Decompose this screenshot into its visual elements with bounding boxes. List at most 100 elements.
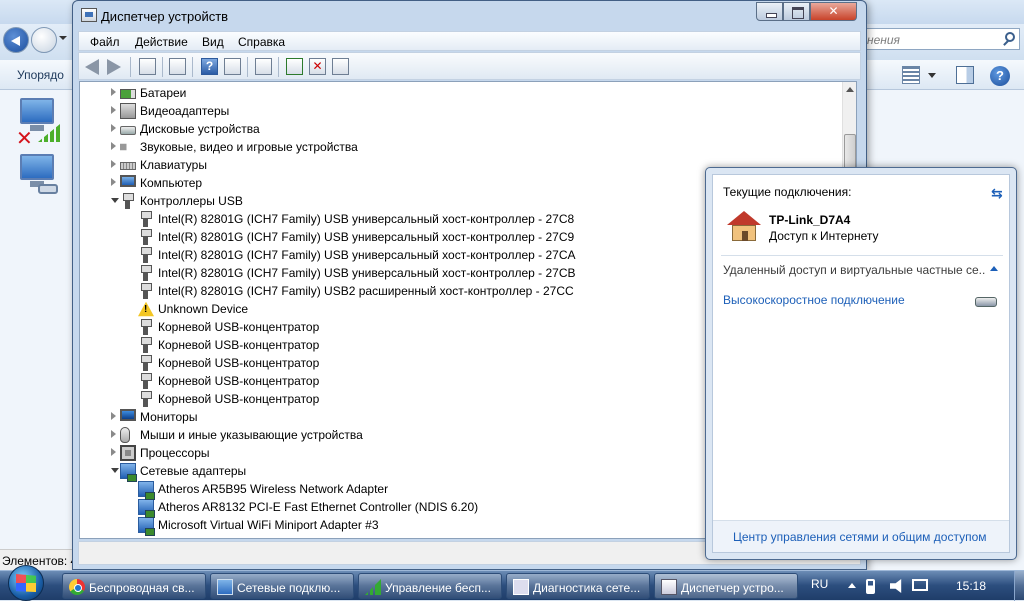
- device-manager-app-icon: [81, 8, 97, 22]
- usb-icon: [138, 373, 154, 389]
- search-icon[interactable]: [1005, 32, 1015, 42]
- usb-icon: [120, 193, 136, 209]
- expand-arrow-icon[interactable]: [111, 106, 116, 114]
- taskbar-button-wireless[interactable]: Беспроводная св...: [62, 573, 206, 599]
- tree-item-label: Мыши и иные указывающие устройства: [140, 428, 363, 442]
- dialup-vpn-section-title[interactable]: Удаленный доступ и виртуальные частные с…: [723, 263, 985, 277]
- help-icon[interactable]: ?: [990, 66, 1010, 86]
- expand-arrow-icon[interactable]: [111, 88, 116, 96]
- expand-arrow-icon[interactable]: [111, 448, 116, 456]
- forward-button[interactable]: [31, 27, 57, 53]
- show-hidden-icons-icon[interactable]: [848, 583, 856, 588]
- tree-item-label: Unknown Device: [158, 302, 249, 316]
- clock[interactable]: 15:18: [956, 579, 986, 593]
- tree-item-label: Корневой USB-концентратор: [158, 374, 320, 388]
- back-icon[interactable]: [85, 58, 102, 75]
- taskbar-button-label: Управление бесп...: [385, 581, 491, 595]
- device-manager-icon: [661, 579, 677, 595]
- close-button[interactable]: ✕: [810, 2, 857, 21]
- tree-item-label: Видеоадаптеры: [140, 104, 230, 118]
- wireless-management-icon: [365, 579, 381, 595]
- tree-category[interactable]: Батареи: [80, 84, 840, 102]
- menu-file[interactable]: Файл: [90, 35, 120, 49]
- expand-arrow-icon[interactable]: [111, 160, 116, 168]
- usb-icon: [138, 319, 154, 335]
- scroll-up-icon[interactable]: [846, 87, 854, 92]
- tree-category[interactable]: Видеоадаптеры: [80, 102, 840, 120]
- update-driver-icon[interactable]: [286, 58, 303, 75]
- tree-item-label: Клавиатуры: [140, 158, 207, 172]
- battery-icon[interactable]: [866, 579, 875, 594]
- monitor-icon: [120, 409, 136, 421]
- show-desktop-button[interactable]: [1014, 571, 1024, 601]
- lan-connection-item[interactable]: [16, 154, 62, 202]
- properties-icon[interactable]: [169, 58, 186, 75]
- language-indicator[interactable]: RU: [811, 577, 828, 591]
- forward-icon[interactable]: [107, 58, 124, 75]
- start-button[interactable]: [4, 565, 56, 601]
- change-view-icon[interactable]: [902, 66, 920, 84]
- expand-arrow-icon[interactable]: [111, 412, 116, 420]
- scan-hardware-icon[interactable]: [255, 58, 272, 75]
- collapse-arrow-icon[interactable]: [111, 468, 119, 473]
- usb-icon: [138, 355, 154, 371]
- tree-category[interactable]: Звуковые, видео и игровые устройства: [80, 138, 840, 156]
- tree-item-label: Корневой USB-концентратор: [158, 320, 320, 334]
- network-adapter-icon: [138, 499, 155, 518]
- taskbar-button-diagnostics[interactable]: Диагностика сете...: [506, 573, 650, 599]
- taskbar-button-label: Диспетчер устро...: [681, 581, 784, 595]
- taskbar-button-label: Сетевые подклю...: [237, 581, 341, 595]
- maximize-button[interactable]: [783, 2, 810, 21]
- network-sharing-center-link[interactable]: Центр управления сетями и общим доступом: [733, 530, 987, 544]
- taskbar-button-wireless-management[interactable]: Управление бесп...: [358, 573, 502, 599]
- tree-item-label: Сетевые адаптеры: [140, 464, 247, 478]
- monitor-icon: [20, 98, 54, 124]
- network-adapter-icon: [138, 517, 155, 536]
- usb-icon: [138, 283, 154, 299]
- search-input[interactable]: нения: [860, 28, 1020, 50]
- tree-item-label: Intel(R) 82801G (ICH7 Family) USB универ…: [158, 266, 576, 280]
- taskbar-button-network-connections[interactable]: Сетевые подклю...: [210, 573, 354, 599]
- network-tray-icon[interactable]: [912, 579, 928, 591]
- expand-arrow-icon[interactable]: [111, 430, 116, 438]
- modem-icon: [975, 297, 997, 307]
- preview-pane-icon[interactable]: [956, 66, 974, 84]
- tree-item-label: Процессоры: [140, 446, 210, 460]
- broadband-connection-link[interactable]: Высокоскоростное подключение: [723, 293, 905, 307]
- network-cable-icon: [38, 184, 58, 194]
- menu-action[interactable]: Действие: [135, 35, 188, 49]
- taskbar-button-device-manager[interactable]: Диспетчер устро...: [654, 573, 798, 599]
- view-dropdown-icon[interactable]: [928, 73, 936, 78]
- device-manager-titlebar[interactable]: Диспетчер устройств ✕: [73, 1, 866, 31]
- collapse-icon[interactable]: [990, 266, 998, 271]
- history-dropdown-icon[interactable]: [59, 36, 67, 40]
- taskbar: Беспроводная св... Сетевые подклю... Упр…: [0, 565, 1024, 601]
- help-icon[interactable]: ?: [201, 58, 218, 75]
- display-adapter-icon: [120, 103, 136, 119]
- action-pane-icon[interactable]: [224, 58, 241, 75]
- wireless-connection-item[interactable]: ✕: [16, 98, 62, 150]
- expand-arrow-icon[interactable]: [111, 142, 116, 150]
- volume-icon[interactable]: [890, 579, 902, 593]
- tree-item-label: Дисковые устройства: [140, 122, 260, 136]
- tree-category[interactable]: Дисковые устройства: [80, 120, 840, 138]
- keyboard-icon: [120, 162, 136, 170]
- tree-item-label: Корневой USB-концентратор: [158, 338, 320, 352]
- collapse-arrow-icon[interactable]: [111, 198, 119, 203]
- show-hide-console-tree-icon[interactable]: [139, 58, 156, 75]
- warning-icon: [138, 301, 154, 317]
- disable-icon[interactable]: [332, 58, 349, 75]
- menu-help[interactable]: Справка: [238, 35, 285, 49]
- flyout-footer: Центр управления сетями и общим доступом: [713, 520, 1009, 552]
- expand-arrow-icon[interactable]: [111, 178, 116, 186]
- organize-button[interactable]: Упорядо: [17, 68, 64, 82]
- tree-item-label: Atheros AR5B95 Wireless Network Adapter: [158, 482, 389, 496]
- menu-view[interactable]: Вид: [202, 35, 224, 49]
- refresh-icon[interactable]: ⇆: [991, 185, 1007, 201]
- usb-icon: [138, 229, 154, 245]
- minimize-button[interactable]: [756, 2, 783, 21]
- back-button[interactable]: [3, 27, 29, 53]
- uninstall-icon[interactable]: ✕: [309, 58, 326, 75]
- expand-arrow-icon[interactable]: [111, 124, 116, 132]
- window-title: Диспетчер устройств: [101, 9, 229, 24]
